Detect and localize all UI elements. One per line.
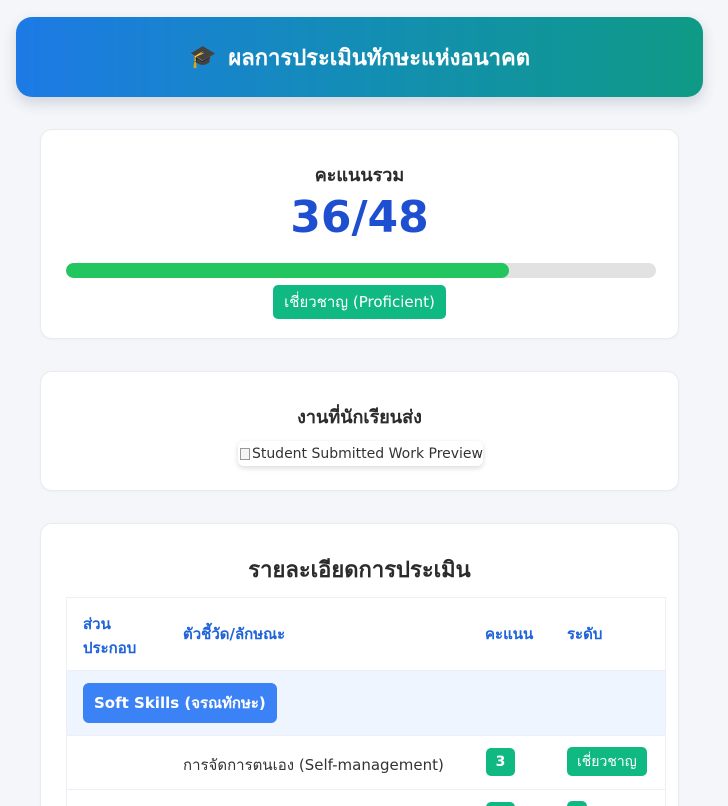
score-progress-bar [66,263,656,278]
assessment-table: ส่วนประกอบ ตัวชี้วัด/ลักษณะ คะแนน ระดับ … [66,597,666,806]
submitted-work-title: งานที่นักเรียนส่ง [297,407,422,428]
submitted-work-image[interactable]: Student Submitted Work Preview [238,441,483,466]
row-level-badge [567,801,587,806]
total-score-label: คะแนนรวม [314,165,405,186]
column-header-component: ส่วนประกอบ [83,615,137,657]
table-header: ส่วนประกอบ ตัวชี้วัด/ลักษณะ คะแนน ระดับ [67,598,665,671]
assessment-details-card: รายละเอียดการประเมิน ส่วนประกอบ ตัวชี้วั… [40,523,679,806]
page-header: 🎓 ผลการประเมินทักษะแห่งอนาคต [16,17,703,97]
total-score-card: คะแนนรวม 36/48 เชี่ยวชาญ (Proficient) [40,129,679,339]
row-score-badge [486,802,515,806]
assessment-details-title: รายละเอียดการประเมิน [248,558,471,583]
section-badge-soft-skills: Soft Skills (จรณทักษะ) [83,683,277,723]
column-header-level: ระดับ [567,625,603,643]
section-row: Soft Skills (จรณทักษะ) [67,671,665,736]
row-indicator: การจัดการตนเอง (Self-management) [183,756,444,774]
table-row: การจัดการตนเอง (Self-management) 3 เชี่ย… [67,736,665,790]
total-score-value: 36/48 [290,192,429,243]
column-header-indicator: ตัวชี้วัด/ลักษณะ [183,625,286,643]
broken-image-icon [240,447,250,460]
column-header-score: คะแนน [485,625,534,643]
table-row [67,790,665,806]
row-level-badge: เชี่ยวชาญ [567,747,647,776]
submitted-work-image-alt: Student Submitted Work Preview [251,445,483,462]
level-badge: เชี่ยวชาญ (Proficient) [273,285,446,319]
score-progress-fill [66,263,509,278]
submitted-work-card: งานที่นักเรียนส่ง Student Submitted Work… [40,371,679,491]
row-score-badge: 3 [486,748,515,776]
graduation-cap-icon: 🎓 [188,44,217,70]
page-title: ผลการประเมินทักษะแห่งอนาคต [228,45,531,71]
